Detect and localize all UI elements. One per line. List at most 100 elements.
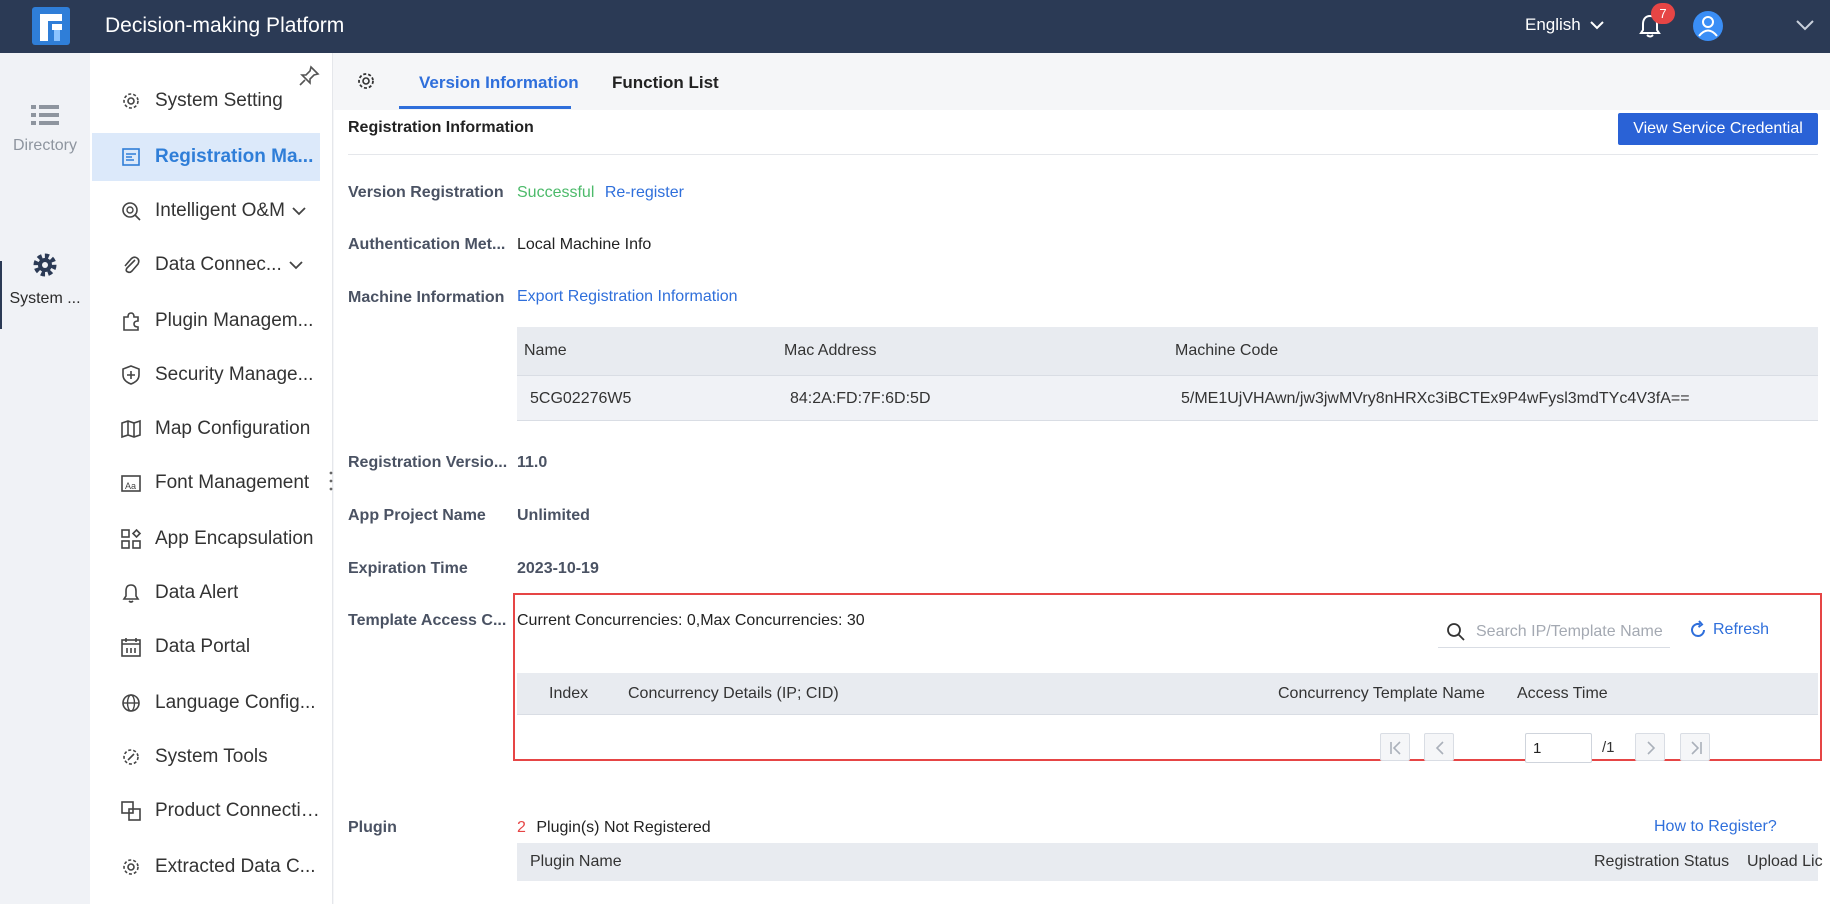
authentication-method-value: Local Machine Info — [517, 236, 652, 253]
bell-icon — [122, 584, 140, 603]
sidebar-item-product-connection[interactable]: Product Connection — [92, 787, 320, 835]
tab-version-information[interactable]: Version Information — [419, 73, 579, 93]
sidebar-item-map-configuration[interactable]: Map Configuration — [92, 405, 320, 453]
sidebar-item-label: Plugin Managem... — [155, 310, 314, 331]
sidebar-item-data-connection[interactable]: Data Connec... — [92, 241, 320, 289]
active-tab-indicator — [399, 106, 571, 109]
sidebar-item-label: Map Configuration — [155, 418, 311, 439]
how-to-register-link[interactable]: How to Register? — [1654, 818, 1777, 836]
main-content: Registration Information View Service Cr… — [334, 110, 1830, 904]
puzzle-icon — [123, 312, 139, 331]
calendar-icon — [121, 638, 141, 657]
sidebar-item-label: Extracted Data C... — [155, 856, 316, 877]
last-page-button[interactable] — [1680, 733, 1710, 761]
first-page-icon — [1390, 741, 1401, 755]
language-label: English — [1525, 15, 1581, 34]
paperclip-icon — [124, 256, 140, 274]
sidebar-item-data-portal[interactable]: Data Portal — [92, 623, 320, 671]
rail-item-directory[interactable]: Directory — [0, 103, 90, 155]
app-title: Decision-making Platform — [105, 14, 345, 37]
gear-icon — [123, 859, 139, 875]
plugin-status: 2 Plugin(s) Not Registered — [517, 819, 711, 837]
shield-icon — [122, 365, 140, 385]
previous-page-button[interactable] — [1424, 733, 1454, 761]
registration-icon — [122, 148, 140, 166]
svg-text:Aa: Aa — [125, 481, 136, 491]
chevron-left-icon — [1435, 741, 1444, 755]
app-project-name-label: App Project Name — [348, 507, 486, 524]
rail-label: System ... — [9, 290, 81, 307]
refresh-button[interactable]: Refresh — [1688, 620, 1769, 640]
chevron-right-icon — [1647, 741, 1656, 755]
sidebar-item-system-tools[interactable]: System Tools — [92, 733, 320, 781]
sidebar-item-label: Registration Ma... — [155, 146, 314, 167]
table-header-cell: Name — [524, 342, 567, 359]
table-row: 5CG02276W5 84:2A:FD:7F:6D:5D 5/ME1UjVHAw… — [517, 375, 1818, 421]
table-header-cell: Registration Status — [1594, 853, 1730, 870]
sidebar-item-extracted-data[interactable]: Extracted Data C... — [92, 843, 320, 891]
refresh-icon — [1691, 620, 1705, 637]
user-avatar[interactable] — [1693, 11, 1723, 41]
sidebar-item-label: Font Management — [155, 472, 310, 493]
next-page-button[interactable] — [1635, 733, 1665, 761]
sidebar-item-system-setting[interactable]: System Setting — [92, 77, 320, 125]
version-registration-label: Version Registration — [348, 184, 504, 201]
authentication-method-label: Authentication Met... — [348, 236, 506, 253]
view-service-credential-button[interactable]: View Service Credential — [1618, 113, 1818, 145]
sidebar-item-app-encapsulation[interactable]: App Encapsulation — [92, 515, 320, 563]
export-registration-link[interactable]: Export Registration Information — [517, 288, 738, 306]
template-access-label: Template Access C... — [348, 612, 507, 629]
gear-icon — [123, 93, 139, 109]
gear-icon[interactable] — [355, 70, 377, 92]
first-page-button[interactable] — [1380, 733, 1410, 761]
registration-version-label: Registration Versio... — [348, 454, 508, 471]
concurrency-table-header: Index Concurrency Details (IP; CID) Conc… — [517, 673, 1818, 715]
sidebar-item-intelligent-om[interactable]: Intelligent O&M — [92, 187, 320, 235]
account-menu-chevron-icon[interactable] — [1795, 18, 1815, 32]
rail-item-system[interactable]: System ... — [0, 250, 90, 308]
sidebar-item-data-alert[interactable]: Data Alert — [92, 569, 320, 617]
divider — [348, 154, 1818, 155]
re-register-link[interactable]: Re-register — [605, 184, 684, 201]
sidebar-item-label: Data Alert — [155, 582, 239, 603]
sidebar-item-plugin-management[interactable]: Plugin Managem... — [92, 297, 320, 345]
plugin-count: 2 — [517, 819, 526, 836]
chevron-down-icon — [1590, 21, 1604, 30]
tab-function-list[interactable]: Function List — [612, 73, 719, 93]
font-icon: Aa — [121, 475, 141, 492]
machine-information-label: Machine Information — [348, 289, 505, 306]
search-icon — [1447, 623, 1465, 641]
tab-bar: Version Information Function List — [334, 53, 1830, 110]
om-icon — [122, 202, 141, 221]
expiration-time-value: 2023-10-19 — [517, 560, 599, 577]
expiration-time-label: Expiration Time — [348, 560, 468, 577]
page-total: /1 — [1602, 739, 1615, 756]
chevron-down-icon — [292, 207, 306, 216]
chevron-down-icon — [289, 261, 303, 270]
app-grid-icon — [121, 528, 142, 549]
sidebar-item-label: Intelligent O&M — [155, 200, 285, 221]
sidebar-item-registration[interactable]: Registration Ma... — [92, 133, 320, 181]
sidebar-item-label: Product Connection — [155, 800, 320, 821]
machine-name-cell: 5CG02276W5 — [530, 390, 632, 407]
search-input[interactable] — [1476, 620, 1666, 644]
sidebar-item-label: System Setting — [155, 90, 283, 111]
table-header-cell: Concurrency Details (IP; CID) — [628, 685, 839, 702]
table-header-cell: Upload Lic — [1747, 853, 1823, 870]
sidebar-item-label: Data Portal — [155, 636, 251, 657]
table-header-cell: Mac Address — [784, 342, 877, 359]
sidebar-item-font-management[interactable]: Aa Font Management — [92, 459, 320, 507]
page-number-input[interactable] — [1525, 733, 1592, 763]
registration-version-value: 11.0 — [517, 454, 548, 471]
language-selector[interactable]: English — [1525, 15, 1605, 35]
globe-icon — [122, 694, 140, 712]
table-header-cell: Machine Code — [1175, 342, 1279, 359]
last-page-icon — [1691, 741, 1702, 755]
mac-address-cell: 84:2A:FD:7F:6D:5D — [790, 390, 931, 407]
app-logo[interactable] — [32, 7, 70, 45]
table-header-cell: Index — [549, 685, 589, 702]
top-bar: Decision-making Platform English 7 — [0, 0, 1830, 53]
sidebar-item-security-management[interactable]: Security Manage... — [92, 351, 320, 399]
sidebar-item-language-config[interactable]: Language Config... — [92, 679, 320, 727]
link-squares-icon — [121, 801, 141, 821]
